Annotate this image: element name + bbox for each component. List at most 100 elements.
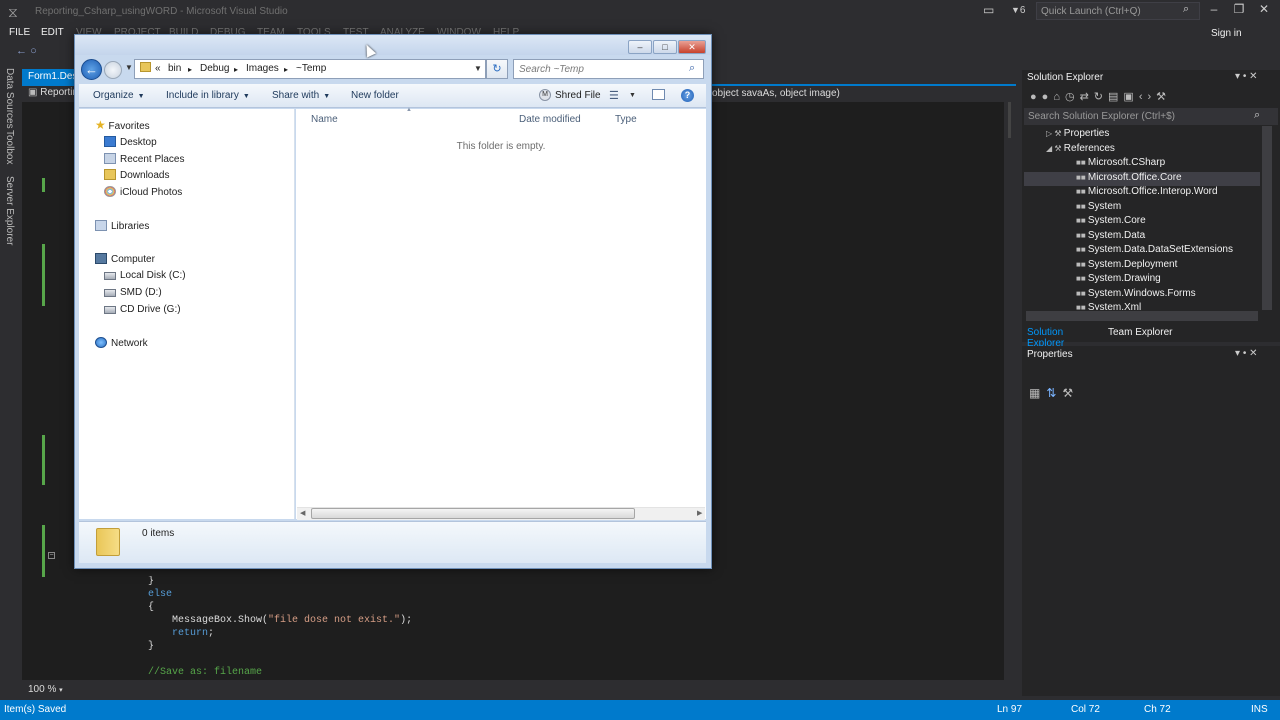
nav-downloads[interactable]: Downloads — [104, 169, 169, 181]
notification-count[interactable]: ▼6 — [1011, 5, 1025, 16]
collapse-all-icon[interactable]: ▤ — [1108, 91, 1123, 103]
scroll-right-icon[interactable]: ▶ — [697, 509, 702, 517]
tree-item[interactable]: ■■ System.Drawing — [1024, 273, 1260, 287]
quick-launch-input[interactable]: Quick Launch (Ctrl+Q) — [1036, 2, 1200, 20]
code-line[interactable]: MessageBox.Show("file dose not exist."); — [100, 615, 412, 626]
home-icon[interactable]: ⌂ — [1053, 91, 1065, 103]
properties-icon[interactable]: ⚒ — [1156, 91, 1171, 103]
column-date-modified[interactable]: Date modified — [519, 114, 581, 125]
member-dropdown[interactable]: object savaAs, object image) — [712, 88, 840, 99]
breadcrumb-images[interactable]: Images — [246, 63, 279, 74]
code-line[interactable]: return; — [100, 628, 214, 639]
tree-item[interactable]: ■■ Microsoft.Office.Core — [1024, 171, 1260, 186]
nav-smd-d[interactable]: SMD (D:) — [104, 287, 162, 298]
dialog-titlebar[interactable] — [75, 35, 711, 55]
folder-search-input[interactable]: Search ~Temp — [513, 59, 704, 79]
shred-file-button[interactable]: Shred File — [555, 90, 601, 101]
nav-network[interactable]: Network — [95, 337, 148, 349]
breadcrumb-bin[interactable]: bin — [168, 63, 181, 74]
tree-item[interactable]: ■■ System — [1024, 201, 1260, 215]
forward-icon[interactable]: ○ — [30, 45, 37, 57]
panel-controls[interactable]: ▾ • ✕ — [1235, 348, 1258, 359]
collapse-icon[interactable]: − — [48, 552, 55, 559]
nav-local-disk-c[interactable]: Local Disk (C:) — [104, 270, 186, 281]
scroll-thumb[interactable] — [311, 508, 635, 519]
address-dropdown-icon[interactable]: ▼ — [474, 64, 482, 73]
tab-team-explorer[interactable]: Team Explorer — [1108, 327, 1172, 338]
tree-item[interactable]: ■■ System.Data.DataSetExtensions — [1024, 244, 1260, 258]
minimize-button[interactable]: – — [1204, 2, 1224, 18]
dialog-close-button[interactable]: ✕ — [678, 40, 706, 54]
rail-server-explorer[interactable]: Server Explorer — [4, 176, 15, 245]
refresh-button[interactable]: ↻ — [486, 59, 508, 79]
breadcrumb-temp[interactable]: ~Temp — [296, 63, 326, 74]
nav-icloud-photos[interactable]: iCloud Photos — [104, 186, 182, 198]
nav-desktop[interactable]: Desktop — [104, 136, 157, 148]
view-dropdown-icon[interactable]: ▼ — [629, 92, 636, 99]
wrench-icon[interactable]: ⚒ — [1062, 386, 1079, 400]
change-view-icon[interactable]: ☰ — [609, 89, 619, 102]
tree-item[interactable]: ■■ System.Deployment — [1024, 259, 1260, 273]
tree-item[interactable]: ◢ ⚒ References — [1024, 143, 1260, 157]
column-type[interactable]: Type — [615, 114, 637, 125]
solution-vscroll[interactable] — [1262, 126, 1272, 310]
tree-item[interactable]: ■■ System.Windows.Forms — [1024, 288, 1260, 302]
tree-item[interactable]: ■■ System.Xml — [1024, 302, 1260, 310]
tab-solution-explorer[interactable]: Solution Explorer — [1024, 325, 1104, 349]
back-arrow-icon[interactable]: ← — [81, 59, 102, 80]
code-line[interactable]: { — [100, 602, 154, 613]
code-text[interactable]: } else { MessageBox.Show("file dose not … — [100, 576, 1000, 680]
organize-button[interactable]: Organize ▼ — [93, 90, 145, 101]
history-icon[interactable]: ◷ — [1065, 91, 1080, 103]
column-name[interactable]: Name — [311, 114, 338, 125]
solution-search-input[interactable]: Search Solution Explorer (Ctrl+$) — [1024, 108, 1278, 125]
categorized-icon[interactable]: ▦ — [1029, 386, 1046, 400]
breadcrumb-separator-icon[interactable]: ▸ — [188, 65, 192, 74]
recent-pages-dropdown-icon[interactable]: ▼ — [125, 63, 133, 72]
breadcrumb-debug[interactable]: Debug — [200, 63, 229, 74]
code-line[interactable]: //Save as: filename — [100, 667, 262, 678]
code-line[interactable]: } — [100, 641, 154, 652]
tree-item[interactable]: ■■ Microsoft.CSharp — [1024, 157, 1260, 171]
tree-item[interactable]: ■■ System.Core — [1024, 215, 1260, 229]
help-icon[interactable]: ? — [681, 89, 694, 102]
breadcrumb-separator-icon[interactable]: ▸ — [234, 65, 238, 74]
back-icon[interactable]: ● — [1030, 91, 1042, 103]
search-icon[interactable]: ⌕ — [689, 62, 695, 75]
tree-item[interactable]: ■■ System.Data — [1024, 230, 1260, 244]
tree-item[interactable]: ▷ ⚒ Properties — [1024, 128, 1260, 142]
panel-controls[interactable]: ▾ • ✕ — [1235, 71, 1258, 82]
preview-pane-icon[interactable] — [652, 89, 665, 100]
search-icon[interactable]: ⌕ — [1183, 3, 1189, 16]
dialog-maximize-button[interactable]: □ — [653, 40, 677, 54]
share-with-button[interactable]: Share with ▼ — [272, 90, 330, 101]
scroll-left-icon[interactable]: ◀ — [300, 509, 305, 517]
rail-data-sources[interactable]: Data Sources — [4, 68, 15, 129]
close-button[interactable]: ✕ — [1254, 2, 1274, 18]
refresh-icon[interactable]: ↻ — [1094, 91, 1108, 103]
code-line[interactable]: } — [100, 576, 154, 587]
forward-icon[interactable]: ● — [1042, 91, 1054, 103]
back-icon[interactable]: ← — [16, 45, 27, 57]
nav-cd-drive-g[interactable]: CD Drive (G:) — [104, 304, 181, 315]
nav-computer[interactable]: Computer — [95, 253, 155, 265]
include-in-library-button[interactable]: Include in library ▼ — [166, 90, 250, 101]
zoom-dropdown[interactable]: 100 % ▾ — [28, 684, 63, 695]
file-list[interactable] — [296, 109, 706, 519]
breadcrumb-separator-icon[interactable]: ▸ — [284, 65, 288, 74]
forward-arrow-icon[interactable] — [104, 61, 122, 79]
sync-icon[interactable]: ⇄ — [1080, 91, 1094, 103]
rail-toolbox[interactable]: Toolbox — [4, 130, 15, 164]
solution-hscroll[interactable] — [1026, 311, 1258, 321]
shred-icon[interactable]: M — [539, 89, 551, 101]
document-tab[interactable]: Form1.Designer.cs — [22, 69, 78, 84]
dialog-minimize-button[interactable]: – — [628, 40, 652, 54]
menu-file[interactable]: FILE — [9, 27, 30, 38]
editor-scrollbar[interactable] — [1004, 102, 1016, 680]
breadcrumb-overflow-icon[interactable]: « — [155, 63, 161, 74]
nav-libraries[interactable]: Libraries — [95, 220, 149, 232]
search-icon[interactable]: ⌕ — [1254, 109, 1260, 122]
code-line[interactable]: else — [100, 589, 172, 600]
nav-favorites[interactable]: ★ Favorites — [95, 118, 150, 132]
tree-item[interactable]: ■■ Microsoft.Office.Interop.Word — [1024, 186, 1260, 200]
